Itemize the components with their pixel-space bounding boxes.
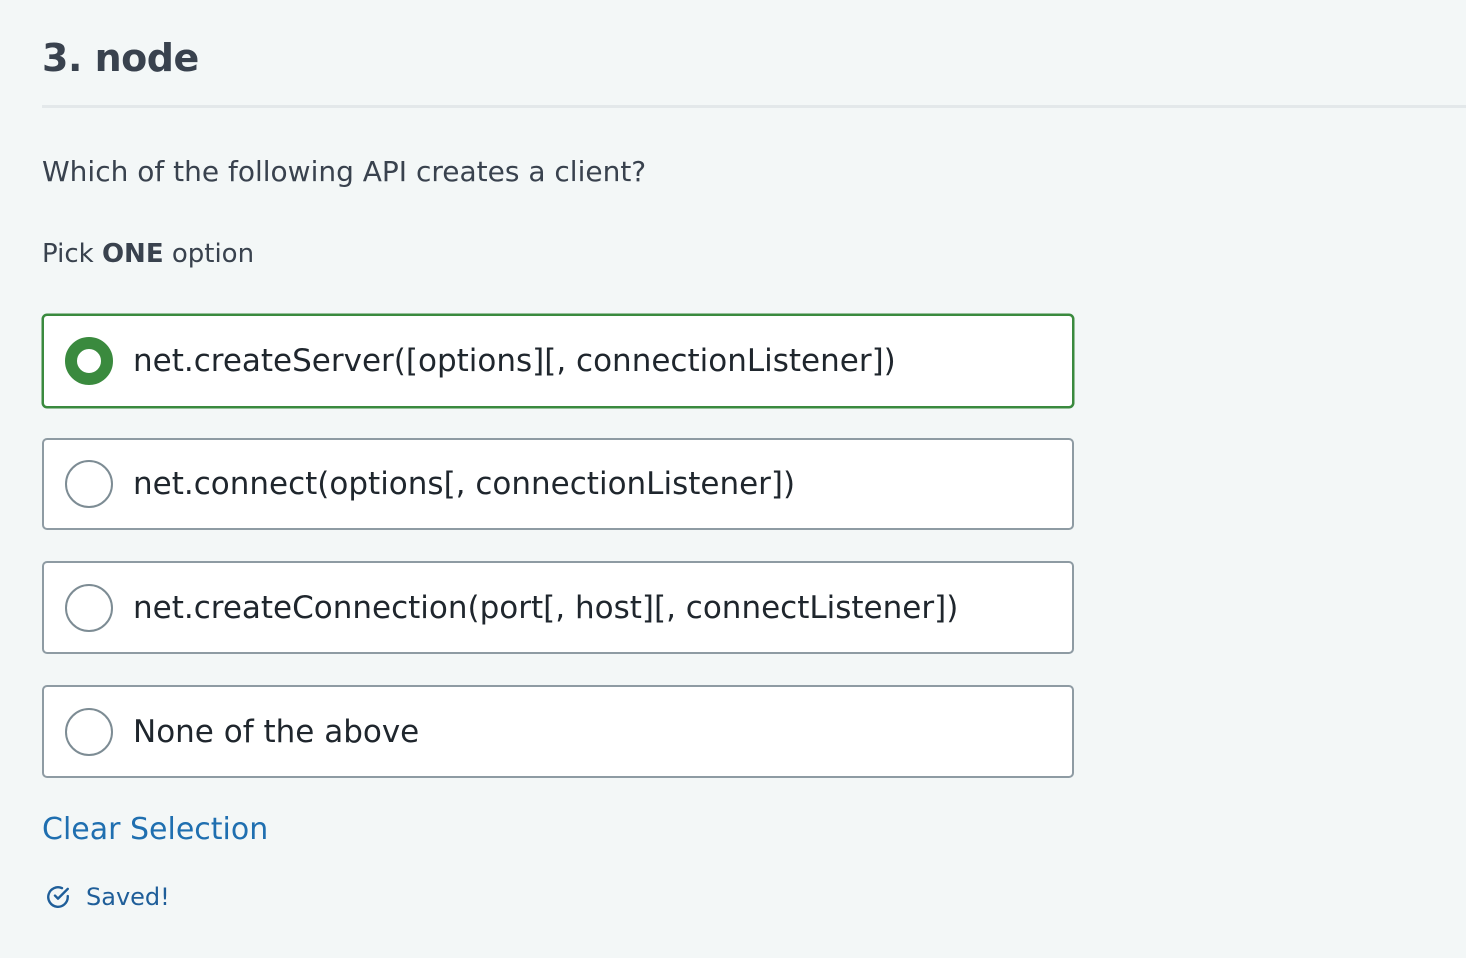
question-title: 3. node	[42, 36, 199, 80]
radio-button[interactable]	[65, 583, 113, 632]
option-create-connection[interactable]: net.createConnection(port[, host][, conn…	[42, 561, 1074, 654]
option-label: None of the above	[133, 713, 420, 750]
option-none-of-the-above[interactable]: None of the above	[42, 685, 1074, 778]
option-connect[interactable]: net.connect(options[, connectionListener…	[42, 438, 1074, 530]
option-create-server[interactable]: net.createServer([options][, connectionL…	[42, 314, 1074, 408]
options-list: net.createServer([options][, connectionL…	[42, 314, 1074, 778]
option-label: net.connect(options[, connectionListener…	[133, 466, 796, 502]
saved-label: Saved!	[86, 883, 170, 911]
radio-button-selected[interactable]	[65, 337, 113, 385]
option-label: net.createConnection(port[, host][, conn…	[133, 589, 959, 626]
pick-instruction: Pick ONE option	[42, 234, 254, 274]
radio-button[interactable]	[65, 460, 113, 508]
clear-selection-link[interactable]: Clear Selection	[42, 808, 268, 852]
saved-status: Saved!	[45, 880, 170, 914]
check-circle-icon	[45, 884, 71, 910]
instruction-prefix: Pick	[42, 239, 102, 269]
question-text: Which of the following API creates a cli…	[42, 155, 647, 188]
title-divider	[42, 105, 1466, 108]
instruction-emphasis: ONE	[101, 239, 164, 269]
option-label: net.createServer([options][, connectionL…	[133, 343, 896, 379]
instruction-suffix: option	[163, 239, 255, 269]
radio-button[interactable]	[65, 707, 113, 756]
